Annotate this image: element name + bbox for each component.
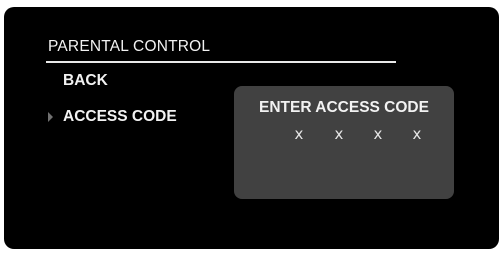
menu-item-back[interactable]: BACK xyxy=(63,72,108,90)
code-digit-4[interactable]: x xyxy=(407,125,427,143)
menu-title: PARENTAL CONTROL xyxy=(48,38,211,55)
access-code-dialog: ENTER ACCESS CODE x x x x xyxy=(234,86,454,199)
code-digit-2[interactable]: x xyxy=(329,125,349,143)
code-digit-1[interactable]: x xyxy=(289,125,309,143)
code-digit-3[interactable]: x xyxy=(368,125,388,143)
title-divider xyxy=(46,61,396,63)
tv-screen: PARENTAL CONTROL BACK ACCESS CODE ENTER … xyxy=(0,0,503,253)
selection-pointer-icon xyxy=(48,112,53,122)
menu-item-access-code[interactable]: ACCESS CODE xyxy=(63,108,177,126)
dialog-title: ENTER ACCESS CODE xyxy=(259,99,429,116)
